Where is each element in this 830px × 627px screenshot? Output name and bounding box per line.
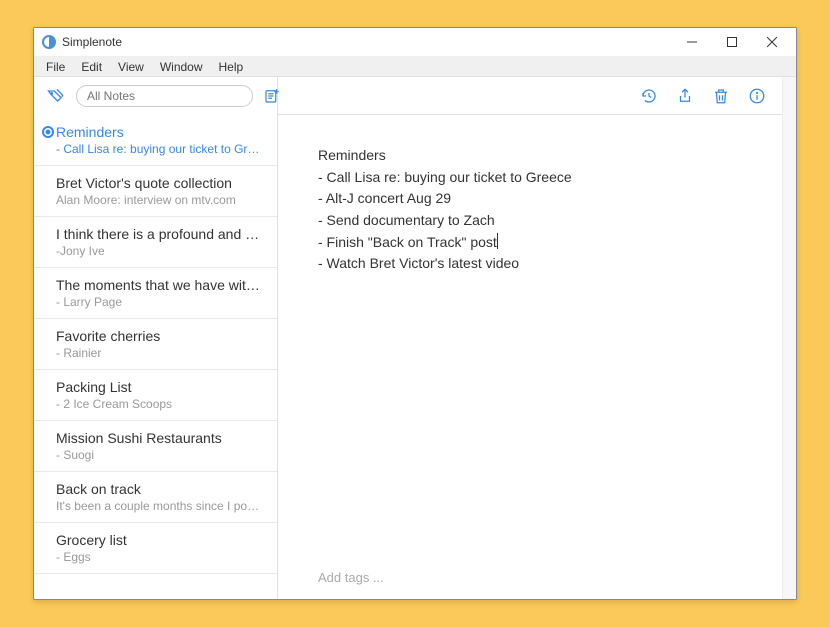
menu-help[interactable]: Help — [211, 58, 252, 76]
close-button[interactable] — [752, 28, 792, 56]
app-window: Simplenote FileEditViewWindowHelp — [33, 27, 797, 600]
menu-edit[interactable]: Edit — [73, 58, 110, 76]
sidebar-toolbar — [34, 77, 277, 115]
menubar: FileEditViewWindowHelp — [34, 56, 796, 77]
note-preview: - 2 Ice Cream Scoops — [56, 397, 261, 411]
minimize-button[interactable] — [672, 28, 712, 56]
editor-toolbar — [278, 77, 782, 115]
note-list-item[interactable]: The moments that we have with friends ..… — [34, 268, 277, 319]
app-body: Reminders - Call Lisa re: buying our tick… — [34, 77, 796, 599]
note-title: Favorite cherries — [56, 328, 261, 344]
note-list-item[interactable]: Favorite cherries - Rainier — [34, 319, 277, 370]
note-list: Reminders - Call Lisa re: buying our tick… — [34, 115, 277, 599]
share-icon[interactable] — [676, 87, 694, 105]
note-title: The moments that we have with friends ..… — [56, 277, 261, 293]
window-controls — [672, 28, 792, 56]
note-text-after-cursor: - Watch Bret Victor's latest video — [318, 255, 519, 271]
titlebar: Simplenote — [34, 28, 796, 56]
maximize-button[interactable] — [712, 28, 752, 56]
note-preview: - Call Lisa re: buying our ticket to Gre… — [56, 142, 261, 156]
note-preview: - Suogi — [56, 448, 261, 462]
menu-view[interactable]: View — [110, 58, 152, 76]
note-list-item[interactable]: Grocery list - Eggs — [34, 523, 277, 574]
history-icon[interactable] — [640, 87, 658, 105]
app-icon — [42, 35, 56, 49]
scrollbar-gutter[interactable] — [782, 77, 796, 599]
note-title: Bret Victor's quote collection — [56, 175, 261, 191]
note-list-item[interactable]: Mission Sushi Restaurants - Suogi — [34, 421, 277, 472]
menu-file[interactable]: File — [38, 58, 73, 76]
note-text-before-cursor: Reminders - Call Lisa re: buying our tic… — [318, 147, 572, 250]
tags-input[interactable]: Add tags ... — [278, 560, 782, 599]
app-title: Simplenote — [62, 35, 122, 49]
note-preview: - Eggs — [56, 550, 261, 564]
note-title: I think there is a profound and enduring… — [56, 226, 261, 242]
text-cursor — [497, 233, 498, 249]
note-list-item[interactable]: Packing List - 2 Ice Cream Scoops — [34, 370, 277, 421]
note-preview: Alan Moore: interview on mtv.com — [56, 193, 261, 207]
note-preview: - Larry Page — [56, 295, 261, 309]
note-editor[interactable]: Reminders - Call Lisa re: buying our tic… — [278, 115, 782, 560]
tags-icon[interactable] — [46, 86, 66, 106]
sidebar: Reminders - Call Lisa re: buying our tick… — [34, 77, 278, 599]
note-title: Packing List — [56, 379, 261, 395]
trash-icon[interactable] — [712, 87, 730, 105]
note-title: Back on track — [56, 481, 261, 497]
note-list-item[interactable]: I think there is a profound and enduring… — [34, 217, 277, 268]
editor-pane: Reminders - Call Lisa re: buying our tic… — [278, 77, 782, 599]
note-preview: - Rainier — [56, 346, 261, 360]
note-title: Reminders — [56, 124, 261, 140]
note-title: Grocery list — [56, 532, 261, 548]
menu-window[interactable]: Window — [152, 58, 211, 76]
note-list-item[interactable]: Back on track It's been a couple months s… — [34, 472, 277, 523]
note-preview: It's been a couple months since I posted… — [56, 499, 261, 513]
note-preview: -Jony Ive — [56, 244, 261, 258]
note-title: Mission Sushi Restaurants — [56, 430, 261, 446]
search-input[interactable] — [76, 85, 253, 107]
info-icon[interactable] — [748, 87, 766, 105]
note-list-item[interactable]: Bret Victor's quote collection Alan Moore… — [34, 166, 277, 217]
note-list-item[interactable]: Reminders - Call Lisa re: buying our tick… — [34, 115, 277, 166]
